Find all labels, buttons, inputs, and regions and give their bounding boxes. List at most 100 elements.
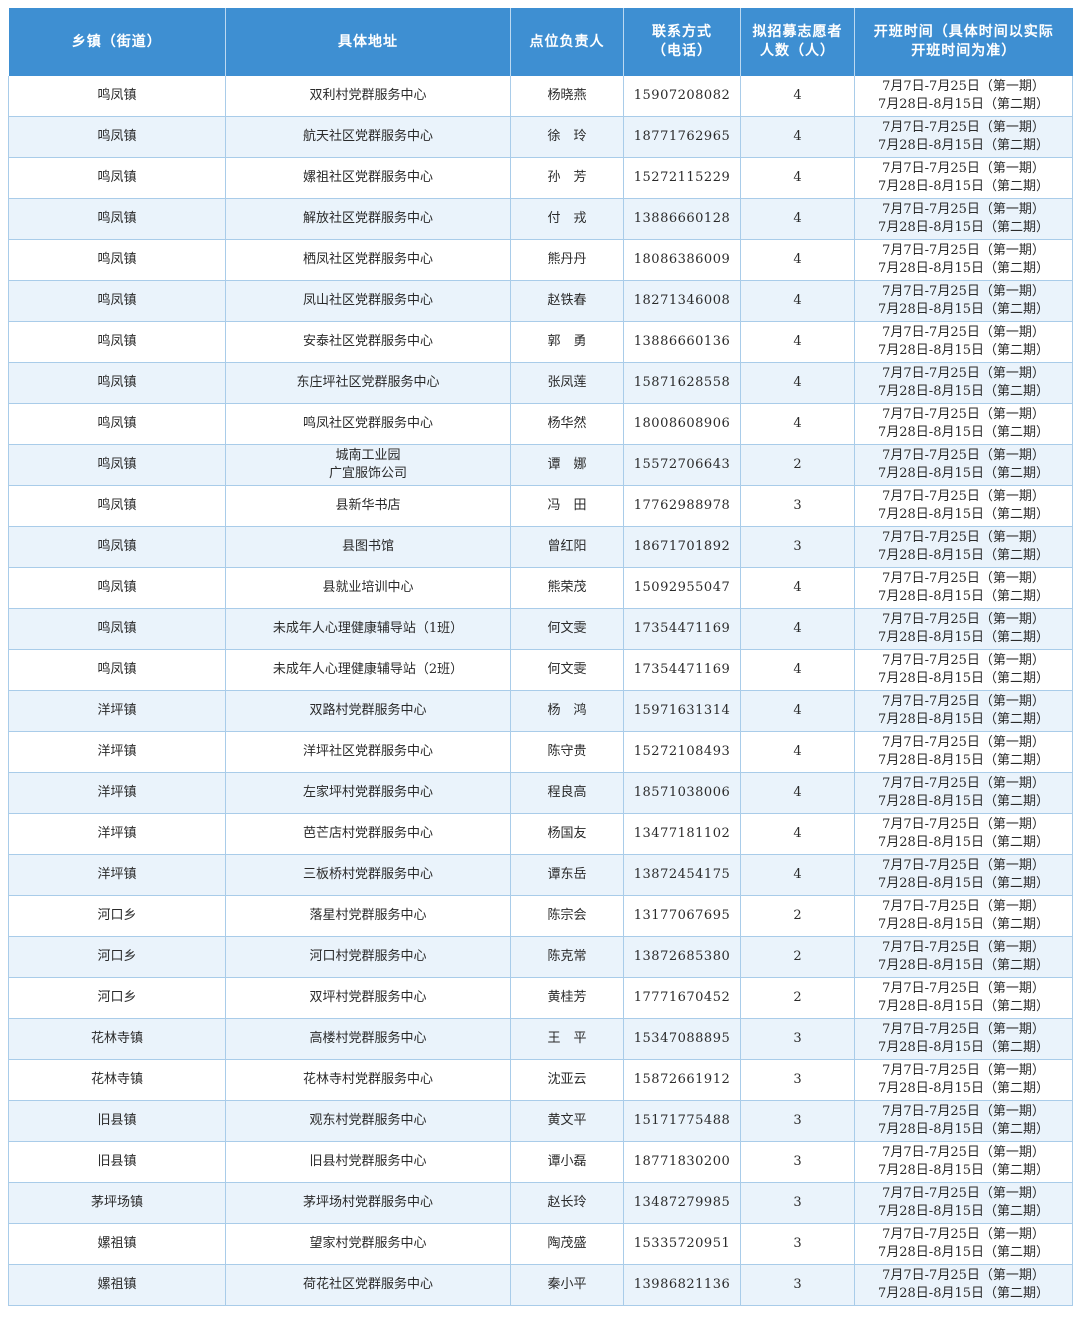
cell-count: 4 bbox=[740, 321, 855, 363]
cell-person: 付 戎 bbox=[510, 198, 624, 240]
cell-person: 赵铁春 bbox=[510, 280, 624, 322]
period-line1: 7月7日-7月25日（第一期） bbox=[882, 694, 1045, 709]
cell-town: 花林寺镇 bbox=[8, 1059, 226, 1101]
cell-count: 3 bbox=[740, 1141, 855, 1183]
cell-period: 7月7日-7月25日（第一期） 7月28日-8月15日（第二期） bbox=[854, 936, 1073, 978]
period-line1: 7月7日-7月25日（第一期） bbox=[882, 407, 1045, 422]
period-line2: 7月28日-8月15日（第二期） bbox=[877, 1081, 1050, 1096]
cell-town: 洋坪镇 bbox=[8, 690, 226, 732]
cell-address: 嫘祖社区党群服务中心 bbox=[225, 157, 511, 199]
cell-town: 鸣凤镇 bbox=[8, 198, 226, 240]
volunteer-table-container: 乡镇（街道） 具体地址 点位负责人 联系方式 （电话） 拟招募志愿者 人数（人） 开… bbox=[8, 8, 1073, 1306]
cell-count: 3 bbox=[740, 485, 855, 527]
address-line1: 东庄坪社区党群服务中心 bbox=[296, 375, 440, 390]
cell-period: 7月7日-7月25日（第一期） 7月28日-8月15日（第二期） bbox=[854, 1182, 1073, 1224]
table-row: 鸣凤镇 城南工业园 广宜服饰公司谭 娜 15572706643 2 7月7日-7月25日（… bbox=[8, 444, 1073, 486]
cell-address: 观东村党群服务中心 bbox=[225, 1100, 511, 1142]
cell-town: 旧县镇 bbox=[8, 1141, 226, 1183]
cell-phone: 13477181102 bbox=[623, 813, 741, 855]
period-line1: 7月7日-7月25日（第一期） bbox=[882, 817, 1045, 832]
address-line1: 县就业培训中心 bbox=[322, 580, 414, 595]
period-line1: 7月7日-7月25日（第一期） bbox=[882, 571, 1045, 586]
cell-phone: 18571038006 bbox=[623, 772, 741, 814]
table-row: 洋坪镇 芭芒店村党群服务中心 杨国友 13477181102 4 7月7日-7月25日（第… bbox=[8, 813, 1073, 855]
cell-person: 黄桂芳 bbox=[510, 977, 624, 1019]
cell-count: 4 bbox=[740, 813, 855, 855]
cell-person: 曾红阳 bbox=[510, 526, 624, 568]
period-line2: 7月28日-8月15日（第二期） bbox=[877, 876, 1050, 891]
period-line1: 7月7日-7月25日（第一期） bbox=[882, 858, 1045, 873]
cell-period: 7月7日-7月25日（第一期） 7月28日-8月15日（第二期） bbox=[854, 1059, 1073, 1101]
table-row: 鸣凤镇 嫘祖社区党群服务中心孙 芳 15272115229 4 7月7日-7月25日（第… bbox=[8, 157, 1073, 199]
table-header-row: 乡镇（街道） 具体地址 点位负责人 联系方式 （电话） 拟招募志愿者 人数（人） 开… bbox=[8, 8, 1073, 76]
cell-person: 陈克常 bbox=[510, 936, 624, 978]
period-line1: 7月7日-7月25日（第一期） bbox=[882, 448, 1045, 463]
period-line2: 7月28日-8月15日（第二期） bbox=[877, 630, 1050, 645]
cell-person: 谭 娜 bbox=[510, 444, 624, 486]
volunteer-site-table: 乡镇（街道） 具体地址 点位负责人 联系方式 （电话） 拟招募志愿者 人数（人） 开… bbox=[8, 8, 1073, 1306]
cell-phone: 18771830200 bbox=[623, 1141, 741, 1183]
cell-count: 3 bbox=[740, 1100, 855, 1142]
period-line1: 7月7日-7月25日（第一期） bbox=[882, 530, 1045, 545]
period-line1: 7月7日-7月25日（第一期） bbox=[882, 120, 1045, 135]
period-line1: 7月7日-7月25日（第一期） bbox=[882, 202, 1045, 217]
address-line1: 凤山社区党群服务中心 bbox=[302, 293, 433, 308]
cell-count: 2 bbox=[740, 977, 855, 1019]
cell-town: 洋坪镇 bbox=[8, 854, 226, 896]
cell-phone: 13177067695 bbox=[623, 895, 741, 937]
cell-address: 县新华书店 bbox=[225, 485, 511, 527]
table-row: 鸣凤镇 安泰社区党群服务中心郭 勇 13886660136 4 7月7日-7月25日（第… bbox=[8, 321, 1073, 363]
cell-period: 7月7日-7月25日（第一期） 7月28日-8月15日（第二期） bbox=[854, 772, 1073, 814]
cell-period: 7月7日-7月25日（第一期） 7月28日-8月15日（第二期） bbox=[854, 157, 1073, 199]
cell-phone: 15872661912 bbox=[623, 1059, 741, 1101]
period-line1: 7月7日-7月25日（第一期） bbox=[882, 940, 1045, 955]
cell-period: 7月7日-7月25日（第一期） 7月28日-8月15日（第二期） bbox=[854, 649, 1073, 691]
cell-person: 熊丹丹 bbox=[510, 239, 624, 281]
cell-town: 鸣凤镇 bbox=[8, 280, 226, 322]
cell-count: 4 bbox=[740, 116, 855, 158]
address-line1: 河口村党群服务中心 bbox=[309, 949, 427, 964]
cell-person: 徐 玲 bbox=[510, 116, 624, 158]
cell-period: 7月7日-7月25日（第一期） 7月28日-8月15日（第二期） bbox=[854, 116, 1073, 158]
cell-town: 河口乡 bbox=[8, 977, 226, 1019]
cell-count: 4 bbox=[740, 731, 855, 773]
period-line2: 7月28日-8月15日（第二期） bbox=[877, 1040, 1050, 1055]
period-line2: 7月28日-8月15日（第二期） bbox=[877, 179, 1050, 194]
table-row: 花林寺镇 高楼村党群服务中心王 平 15347088895 3 7月7日-7月25日（第… bbox=[8, 1018, 1073, 1060]
cell-phone: 18008608906 bbox=[623, 403, 741, 445]
cell-period: 7月7日-7月25日（第一期） 7月28日-8月15日（第二期） bbox=[854, 239, 1073, 281]
cell-phone: 13986821136 bbox=[623, 1264, 741, 1306]
period-line2: 7月28日-8月15日（第二期） bbox=[877, 589, 1050, 604]
cell-address: 解放社区党群服务中心 bbox=[225, 198, 511, 240]
cell-period: 7月7日-7月25日（第一期） 7月28日-8月15日（第二期） bbox=[854, 977, 1073, 1019]
cell-address: 洋坪社区党群服务中心 bbox=[225, 731, 511, 773]
address-line1: 旧县村党群服务中心 bbox=[309, 1154, 427, 1169]
cell-count: 4 bbox=[740, 198, 855, 240]
cell-person: 何文雯 bbox=[510, 608, 624, 650]
cell-count: 3 bbox=[740, 1223, 855, 1265]
cell-phone: 17762988978 bbox=[623, 485, 741, 527]
header-town: 乡镇（街道） bbox=[8, 8, 226, 76]
cell-person: 赵长玲 bbox=[510, 1182, 624, 1224]
cell-person: 程良高 bbox=[510, 772, 624, 814]
cell-count: 4 bbox=[740, 649, 855, 691]
cell-count: 4 bbox=[740, 157, 855, 199]
cell-phone: 18271346008 bbox=[623, 280, 741, 322]
address-line2: 广宜服饰公司 bbox=[328, 466, 407, 481]
table-row: 鸣凤镇 凤山社区党群服务中心 赵铁春 18271346008 4 7月7日-7月25日（第… bbox=[8, 280, 1073, 322]
cell-address: 安泰社区党群服务中心 bbox=[225, 321, 511, 363]
cell-count: 4 bbox=[740, 239, 855, 281]
cell-count: 4 bbox=[740, 76, 855, 117]
period-line1: 7月7日-7月25日（第一期） bbox=[882, 981, 1045, 996]
period-line1: 7月7日-7月25日（第一期） bbox=[882, 735, 1045, 750]
cell-count: 2 bbox=[740, 444, 855, 486]
cell-address: 高楼村党群服务中心 bbox=[225, 1018, 511, 1060]
period-line2: 7月28日-8月15日（第二期） bbox=[877, 384, 1050, 399]
period-line1: 7月7日-7月25日（第一期） bbox=[882, 489, 1045, 504]
address-line1: 洋坪社区党群服务中心 bbox=[302, 744, 433, 759]
cell-address: 东庄坪社区党群服务中心 bbox=[225, 362, 511, 404]
cell-person: 张凤莲 bbox=[510, 362, 624, 404]
cell-count: 4 bbox=[740, 854, 855, 896]
cell-phone: 15871628558 bbox=[623, 362, 741, 404]
cell-person: 陈宗会 bbox=[510, 895, 624, 937]
